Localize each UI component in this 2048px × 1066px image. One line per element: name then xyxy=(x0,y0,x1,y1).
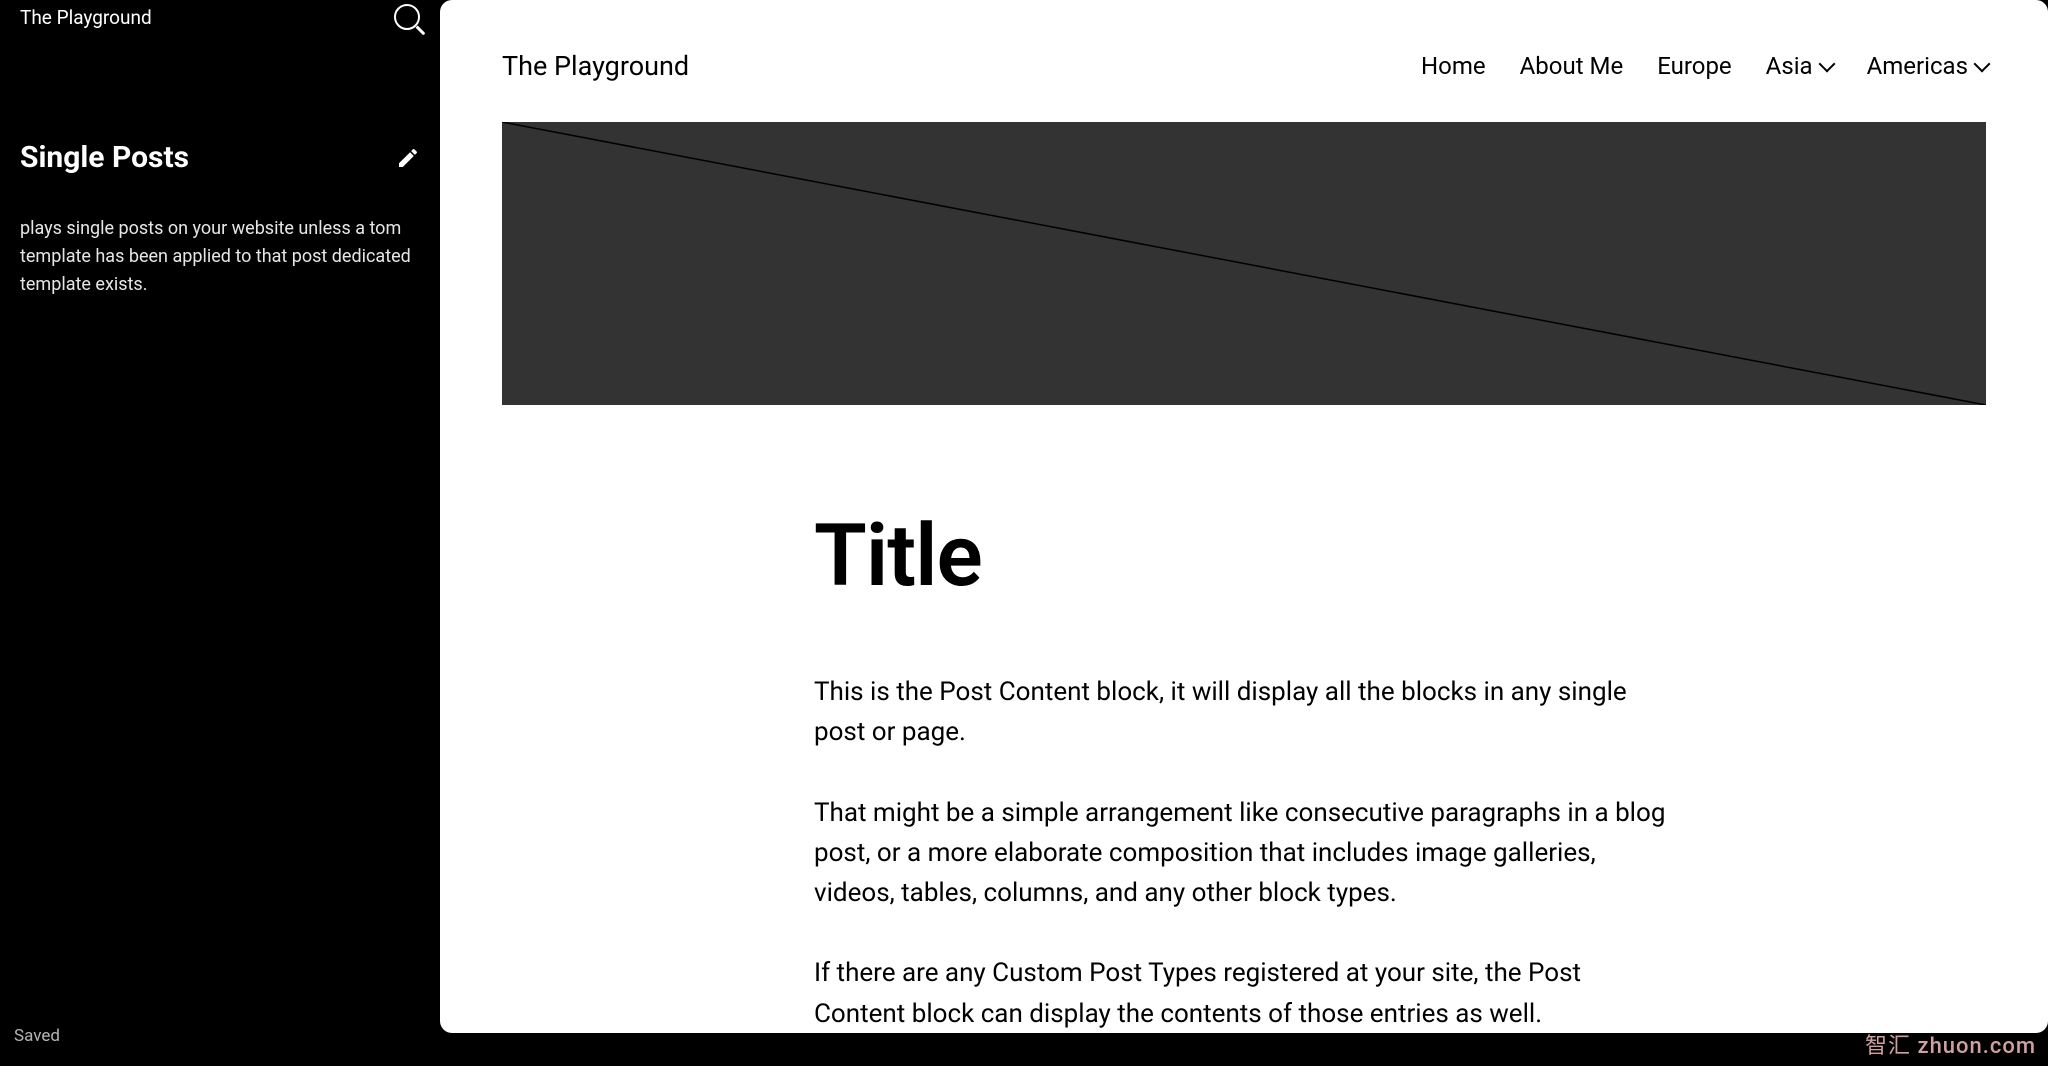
nav-americas[interactable]: Americas xyxy=(1867,52,1988,80)
status-text: Saved xyxy=(14,1026,60,1046)
sidebar-header: The Playground xyxy=(20,0,420,30)
section-row: Single Posts xyxy=(20,140,420,175)
nav-about-me[interactable]: About Me xyxy=(1520,52,1624,80)
search-icon[interactable] xyxy=(394,4,420,30)
nav-americas-label: Americas xyxy=(1867,52,1968,80)
primary-nav: Home About Me Europe Asia Americas xyxy=(1421,52,1988,80)
nav-asia-label: Asia xyxy=(1766,52,1813,80)
post-paragraph[interactable]: That might be a simple arrangement like … xyxy=(814,793,1674,914)
chevron-down-icon xyxy=(1974,56,1991,73)
site-header: The Playground Home About Me Europe Asia… xyxy=(440,0,2048,122)
nav-europe[interactable]: Europe xyxy=(1657,52,1731,80)
sidebar-section: Single Posts plays single posts on your … xyxy=(20,140,420,299)
nav-home[interactable]: Home xyxy=(1421,52,1486,80)
section-title: Single Posts xyxy=(20,140,189,175)
edit-icon[interactable] xyxy=(396,146,420,170)
watermark: 智汇 zhuon.com xyxy=(1865,1028,2036,1060)
site-title[interactable]: The Playground xyxy=(502,50,689,82)
post-paragraph[interactable]: If there are any Custom Post Types regis… xyxy=(814,953,1674,1033)
chevron-down-icon xyxy=(1818,56,1835,73)
featured-image-placeholder[interactable] xyxy=(502,122,1986,405)
post-paragraph[interactable]: This is the Post Content block, it will … xyxy=(814,672,1674,753)
sidebar: The Playground Single Posts plays single… xyxy=(0,0,440,1066)
site-name[interactable]: The Playground xyxy=(20,6,152,29)
nav-asia[interactable]: Asia xyxy=(1766,52,1833,80)
section-description: plays single posts on your website unles… xyxy=(20,215,420,299)
post-title[interactable]: Title xyxy=(814,505,1674,606)
preview-canvas[interactable]: The Playground Home About Me Europe Asia… xyxy=(440,0,2048,1033)
post-content: Title This is the Post Content block, it… xyxy=(784,505,1704,1033)
